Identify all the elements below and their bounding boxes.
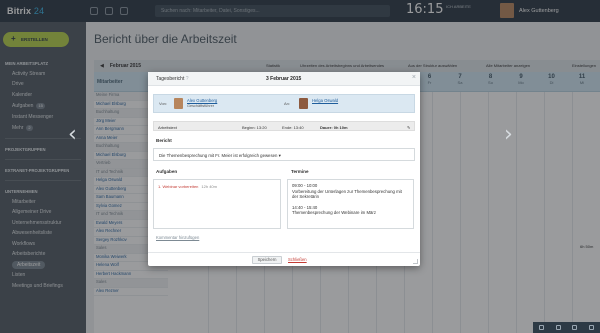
report-text-value: Die Themenbesprechung mit Fr. Meier ist … [159,153,278,158]
add-comment-link[interactable]: Kommentar hinzufügen [156,235,199,240]
duration: Dauer: 0h 10m [320,124,348,130]
dialog-title: Tagesbericht ? [156,76,189,82]
help-icon[interactable]: ? [186,76,189,82]
save-button[interactable]: Speichern [252,256,282,264]
aufgaben-label: Aufgaben [156,169,178,174]
contacts-icon[interactable] [572,325,578,330]
dialog-title-text: Tagesbericht [156,76,185,82]
bottom-tray [533,322,600,333]
event-text: Vorbereitung der Unterlagen zur Themenbe… [292,188,402,200]
from-name[interactable]: Alex Guttenberg [187,98,217,103]
dialog-header: Tagesbericht ? 3 Februar 2015 × [148,72,420,86]
from-avatar [174,98,183,109]
event-item[interactable]: 14:40 - 15:40 Themenbesprechung der Webin… [292,205,409,216]
termine-label: Termine [291,169,309,174]
to-label: An: [284,101,291,106]
events-box: 09:00 - 10:00 Vorbereitung der Unterlagen… [287,179,414,229]
report-text[interactable]: Die Themenbesprechung mit Fr. Meier ist … [153,148,415,161]
from-label: Von: [159,101,168,106]
task-title[interactable]: 1. Webinar vorbereiten [158,184,198,189]
task-duration: 12h 40m [201,184,217,189]
to-avatar [299,98,308,109]
event-text: Themenbesprechung der Webinare im März [292,210,376,216]
bericht-label: Bericht [156,138,172,143]
daily-report-dialog: Tagesbericht ? 3 Februar 2015 × Von: Ale… [148,72,420,266]
end-time: Ende: 13:40 [282,124,304,130]
phone-icon[interactable] [538,325,544,330]
chevron-down-icon[interactable]: ▾ [279,153,281,158]
work-type: Arbeitstext [158,124,177,130]
prev-day-arrow-icon[interactable]: ‹ [68,122,77,147]
edit-icon[interactable]: ✎ [407,125,410,130]
task-item[interactable]: 1. Webinar vorbereiten 12h 40m [158,184,217,189]
dialog-date: 3 Februar 2015 [266,76,302,82]
settings-icon[interactable] [589,325,595,330]
begin-time: Beginn: 13:20 [242,124,267,130]
from-role: Geschäftsführer [187,104,215,108]
event-item[interactable]: 09:00 - 10:00 Vorbereitung der Unterlagen… [292,183,409,200]
dialog-footer: Speichern Schließen [148,252,420,266]
tasks-box: 1. Webinar vorbereiten 12h 40m [153,179,281,229]
close-button[interactable]: Schließen [288,257,307,262]
to-name[interactable]: Helga Oswald [312,98,338,103]
chat-icon[interactable] [555,325,561,330]
next-day-arrow-icon[interactable]: › [504,122,513,147]
work-time-bar: Arbeitstext Beginn: 13:20 Ende: 13:40 Da… [153,121,415,131]
report-persons: Von: Alex Guttenberg Geschäftsführer An:… [153,94,415,113]
resize-handle-icon[interactable] [413,259,418,264]
close-icon[interactable]: × [412,74,416,81]
